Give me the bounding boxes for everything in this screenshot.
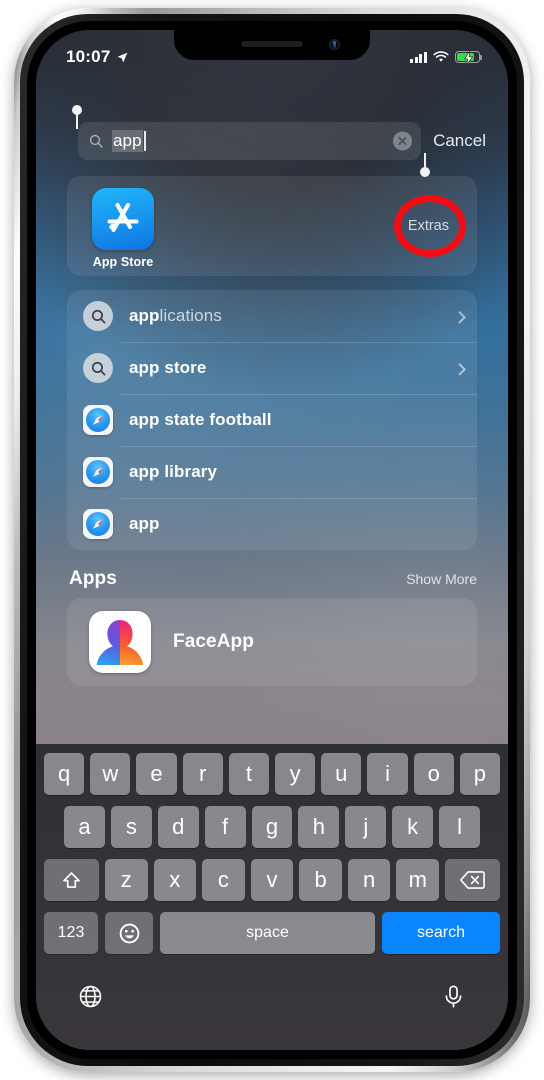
key-s[interactable]: s (110, 806, 152, 848)
keyboard-row-2: a s d f g h j k l (40, 806, 504, 848)
keyboard-row-1: q w e r t y u i o p (40, 753, 504, 795)
wifi-icon (433, 51, 449, 62)
show-more-button[interactable]: Show More (406, 571, 477, 587)
suggestion-row-app-state-football[interactable]: app state football (67, 394, 477, 446)
text-caret (143, 131, 146, 151)
phone-screen: 10:07 app Cancel App Store Extras applic… (36, 30, 508, 1050)
search-icon (83, 353, 113, 383)
suggestion-row-app[interactable]: app (67, 498, 477, 550)
search-icon (83, 301, 113, 331)
suggestion-label: applications (129, 306, 222, 325)
key-o[interactable]: o (413, 753, 454, 795)
suggestion-row-app-store[interactable]: app store (67, 342, 477, 394)
status-bar-right (410, 51, 483, 65)
phone-bezel: 10:07 app Cancel App Store Extras applic… (20, 14, 524, 1066)
location-arrow-icon (118, 52, 128, 62)
suggestion-label: app state football (129, 410, 272, 429)
suggestion-label: app library (129, 462, 218, 481)
status-bar-left: 10:07 (66, 47, 129, 67)
front-camera (329, 39, 340, 50)
keyboard-bottom-bar (40, 965, 504, 1021)
key-n[interactable]: n (347, 859, 391, 901)
emoji-icon (119, 923, 139, 943)
app-result-faceapp[interactable]: FaceApp (67, 598, 477, 686)
search-bar[interactable]: app Cancel (36, 105, 508, 177)
safari-icon (83, 405, 113, 435)
top-result-card[interactable]: App Store Extras (67, 176, 477, 276)
notch (174, 30, 370, 60)
key-g[interactable]: g (251, 806, 293, 848)
search-key[interactable]: search (382, 912, 500, 954)
keyboard-row-3: z x c v b n m (40, 859, 504, 901)
faceapp-icon (89, 611, 151, 673)
suggestions-card: applications app store app state footbal… (67, 290, 477, 550)
globe-icon[interactable] (78, 984, 103, 1009)
key-d[interactable]: d (157, 806, 199, 848)
app-store-result[interactable]: App Store (92, 188, 154, 269)
phone-inner-bezel: 10:07 app Cancel App Store Extras applic… (27, 21, 517, 1059)
safari-icon (83, 457, 113, 487)
apps-section-header: Apps Show More (69, 568, 477, 590)
key-k[interactable]: k (392, 806, 434, 848)
key-v[interactable]: v (250, 859, 294, 901)
cancel-button[interactable]: Cancel (433, 131, 486, 151)
key-j[interactable]: j (345, 806, 387, 848)
earpiece-speaker (241, 41, 303, 47)
chevron-right-icon (453, 310, 467, 324)
key-w[interactable]: w (90, 753, 131, 795)
numeric-key[interactable]: 123 (44, 912, 98, 954)
app-store-icon[interactable] (92, 188, 154, 250)
search-icon (89, 134, 103, 148)
key-e[interactable]: e (136, 753, 177, 795)
search-input[interactable]: app (72, 105, 431, 177)
chevron-right-icon (453, 362, 467, 376)
key-c[interactable]: c (202, 859, 245, 901)
key-l[interactable]: l (439, 806, 481, 848)
key-a[interactable]: a (64, 806, 105, 848)
key-t[interactable]: t (228, 753, 269, 795)
suggestion-label: app (129, 514, 160, 533)
clear-search-button[interactable] (393, 131, 413, 151)
selection-handle-start[interactable] (72, 105, 82, 129)
charging-bolt-icon (463, 51, 474, 65)
key-f[interactable]: f (204, 806, 246, 848)
key-r[interactable]: r (182, 753, 223, 795)
backspace-key[interactable] (445, 859, 501, 901)
key-z[interactable]: z (104, 859, 148, 901)
shift-key[interactable] (43, 859, 99, 901)
search-query-text: app (112, 130, 143, 152)
microphone-icon[interactable] (441, 984, 466, 1009)
status-bar-time: 10:07 (66, 47, 111, 66)
key-u[interactable]: u (321, 753, 362, 795)
suggestion-row-app-library[interactable]: app library (67, 446, 477, 498)
key-y[interactable]: y (275, 753, 316, 795)
app-result-name: FaceApp (173, 631, 254, 652)
annotation-highlight-ellipse (394, 195, 466, 257)
safari-icon (83, 509, 113, 539)
key-x[interactable]: x (153, 859, 197, 901)
app-store-label: App Store (92, 255, 154, 269)
key-b[interactable]: b (299, 859, 342, 901)
clear-circle-icon (398, 137, 407, 145)
screenshot-root: 10:07 app Cancel App Store Extras applic… (0, 0, 544, 1080)
suggestion-row-applications[interactable]: applications (67, 290, 477, 342)
key-m[interactable]: m (396, 859, 440, 901)
key-p[interactable]: p (459, 753, 501, 795)
on-screen-keyboard[interactable]: q w e r t y u i o p a s d f g h j k l z … (36, 744, 508, 1050)
key-i[interactable]: i (367, 753, 408, 795)
key-h[interactable]: h (298, 806, 340, 848)
battery-charging-icon (455, 51, 483, 65)
space-key[interactable]: space (160, 912, 375, 954)
phone-frame: 10:07 app Cancel App Store Extras applic… (14, 8, 530, 1072)
emoji-key[interactable] (105, 912, 153, 954)
key-q[interactable]: q (43, 753, 85, 795)
apps-section-title: Apps (69, 568, 117, 589)
app-store-glyph (107, 202, 139, 233)
backspace-icon (460, 871, 485, 889)
keyboard-row-4: 123 space search (40, 912, 504, 954)
shift-icon (63, 871, 80, 888)
cellular-bars-icon (410, 51, 427, 63)
suggestion-label: app store (129, 358, 207, 377)
